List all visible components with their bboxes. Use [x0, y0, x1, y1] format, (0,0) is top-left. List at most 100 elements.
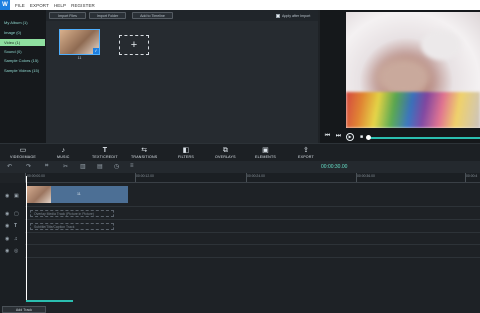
tool-elements-label: ELEMENTS [255, 155, 276, 159]
tool-transitions-label: TRANSITIONS [131, 155, 158, 159]
media-panel: Import Files Import Folder Add to Timeli… [46, 10, 318, 143]
apply-after-import-checkbox[interactable] [276, 14, 280, 18]
undo-icon[interactable]: ↶ [7, 163, 12, 170]
timecode-display: 00:00:30.00 [321, 164, 348, 170]
tool-elements[interactable]: ▣ ELEMENTS [255, 146, 276, 159]
media-thumbnail-label: 11 [77, 56, 82, 60]
previous-frame-icon[interactable]: ⏮ [322, 133, 333, 140]
voice-track-icon: ◎ [14, 248, 19, 254]
tool-overlays[interactable]: ⧉ OVERLAYS [215, 146, 236, 159]
elements-icon: ▣ [262, 147, 269, 154]
voice-track-visibility-icon[interactable]: ◉ [5, 248, 9, 254]
track-divider [25, 257, 480, 258]
music-track-visibility-icon[interactable]: ◉ [5, 236, 9, 242]
track-divider [25, 244, 480, 245]
checkmark-icon: ✓ [93, 48, 99, 54]
add-media-button[interactable]: + [119, 35, 149, 55]
split-icon[interactable]: ✂ [63, 163, 68, 170]
timeline-toolbar: ↶ ↷ ⌗ ✂ ▥ ▤ ◷ ≡ 00:00:30.00 [0, 161, 480, 173]
transitions-icon: ⇆ [141, 147, 148, 154]
overlay-track-visibility-icon[interactable]: ◉ [5, 211, 9, 217]
ruler-label: 00:00:24.00 [247, 174, 265, 178]
ruler-label: 00:00:12.00 [136, 174, 154, 178]
ruler-label: 00:00:00.00 [27, 174, 45, 178]
menu-export[interactable]: EXPORT [30, 3, 49, 8]
preview-crayons [346, 92, 480, 128]
folder-icon: ▭ [19, 147, 27, 154]
library-item-video[interactable]: Video (1) [0, 39, 45, 46]
filters-icon: ◧ [182, 147, 190, 154]
play-icon[interactable]: ▶ [346, 132, 354, 141]
text-track-visibility-icon[interactable]: ◉ [5, 223, 9, 229]
tool-filters-label: FILTERS [178, 155, 194, 159]
library-item-sample-videos[interactable]: Sample Videos (15) [0, 67, 45, 74]
text-track-placeholder[interactable]: Subtitle/Title/Caption Track [30, 223, 114, 230]
seek-handle[interactable] [366, 135, 371, 140]
tool-overlays-label: OVERLAYS [215, 155, 236, 159]
add-track-button[interactable]: Add Track [2, 306, 46, 313]
video-editor-app: W FILE EXPORT HELP REGISTER My Album (1)… [0, 0, 480, 313]
music-note-icon: ♪ [61, 147, 66, 154]
import-files-button[interactable]: Import Files [49, 12, 86, 19]
trash-icon[interactable]: ▤ [97, 163, 103, 170]
video-track-icon: ▣ [14, 193, 19, 199]
tool-text-credit-label: TEXT/CREDIT [92, 155, 118, 159]
media-toolbar: Import Files Import Folder Add to Timeli… [46, 10, 318, 21]
timeline-scrollbar[interactable] [26, 300, 73, 302]
menu-register[interactable]: REGISTER [71, 3, 95, 8]
tool-export[interactable]: ⇪ EXPORT [298, 146, 314, 159]
apply-after-import-option[interactable]: Apply after Import [276, 14, 310, 18]
overlays-icon: ⧉ [222, 147, 228, 154]
track-headers: ◉ ▣ ◉ ▢ ◉ T ◉ ♫ ◉ ◎ [0, 183, 25, 313]
video-clip[interactable]: 11 [27, 186, 128, 203]
timeline-tracks: 11 Overlay Media Track (Picture in Pictu… [25, 183, 480, 313]
overlay-track-placeholder[interactable]: Overlay Media Track (Picture in Picture) [30, 210, 114, 217]
app-logo-icon: W [0, 0, 10, 10]
track-divider [25, 206, 480, 207]
library-item-sample-colors[interactable]: Sample Colors (15) [0, 57, 45, 64]
crop-icon[interactable]: ⌗ [45, 163, 48, 170]
track-divider [25, 219, 480, 220]
video-clip-thumbnail [27, 186, 51, 203]
tool-transitions[interactable]: ⇆ TRANSITIONS [131, 146, 157, 159]
ruler-label: 00:00:36.00 [357, 174, 375, 178]
music-track-icon: ♫ [14, 236, 18, 242]
main-toolbar: ▭ VIDEO/IMAGE ♪ MUSIC T TEXT/CREDIT ⇆ TR… [0, 143, 480, 161]
redo-icon[interactable]: ↷ [26, 163, 31, 170]
menu-help[interactable]: HELP [54, 3, 66, 8]
media-library-sidebar: My Album (1) Image (0) Video (1) Sound (… [0, 10, 46, 143]
text-track-icon: T [14, 223, 18, 229]
overlay-track-icon: ▢ [14, 211, 19, 217]
tool-filters[interactable]: ◧ FILTERS [178, 146, 194, 159]
import-folder-button[interactable]: Import Folder [89, 12, 126, 19]
tool-export-label: EXPORT [298, 155, 314, 159]
video-preview [346, 12, 480, 128]
menu-bar: W FILE EXPORT HELP REGISTER [0, 0, 480, 10]
audio-icon[interactable]: ≡ [130, 163, 134, 169]
add-to-timeline-button[interactable]: Add to Timeline [132, 12, 173, 19]
tool-text-credit[interactable]: T TEXT/CREDIT [92, 146, 118, 159]
media-thumbnail[interactable]: ✓ [59, 29, 100, 55]
video-track-visibility-icon[interactable]: ◉ [5, 193, 9, 199]
tool-video-image-label: VIDEO/IMAGE [10, 155, 36, 159]
tool-music-label: MUSIC [57, 155, 70, 159]
export-icon: ⇪ [303, 147, 309, 154]
playhead[interactable] [26, 176, 27, 300]
apply-after-import-label: Apply after Import [282, 14, 311, 18]
preview-highlight [421, 30, 461, 60]
track-divider [25, 232, 480, 233]
speed-icon[interactable]: ◷ [114, 163, 119, 170]
video-clip-label: 11 [77, 192, 81, 196]
tool-video-image[interactable]: ▭ VIDEO/IMAGE [10, 146, 36, 159]
tool-music[interactable]: ♪ MUSIC [57, 146, 70, 159]
ruler-label: 00:00:4 [466, 174, 478, 178]
timeline-ruler[interactable]: 00:00:00.00 00:00:12.00 00:00:24.00 00:0… [25, 173, 480, 183]
delete-icon[interactable]: ▥ [80, 163, 86, 170]
menu-file[interactable]: FILE [15, 3, 25, 8]
library-item-my-album[interactable]: My Album (1) [0, 19, 45, 26]
text-icon: T [102, 147, 108, 154]
library-item-image[interactable]: Image (0) [0, 29, 45, 36]
library-item-sound[interactable]: Sound (0) [0, 48, 45, 55]
next-frame-icon[interactable]: ⏭ [333, 133, 344, 140]
seek-bar[interactable] [369, 137, 480, 139]
